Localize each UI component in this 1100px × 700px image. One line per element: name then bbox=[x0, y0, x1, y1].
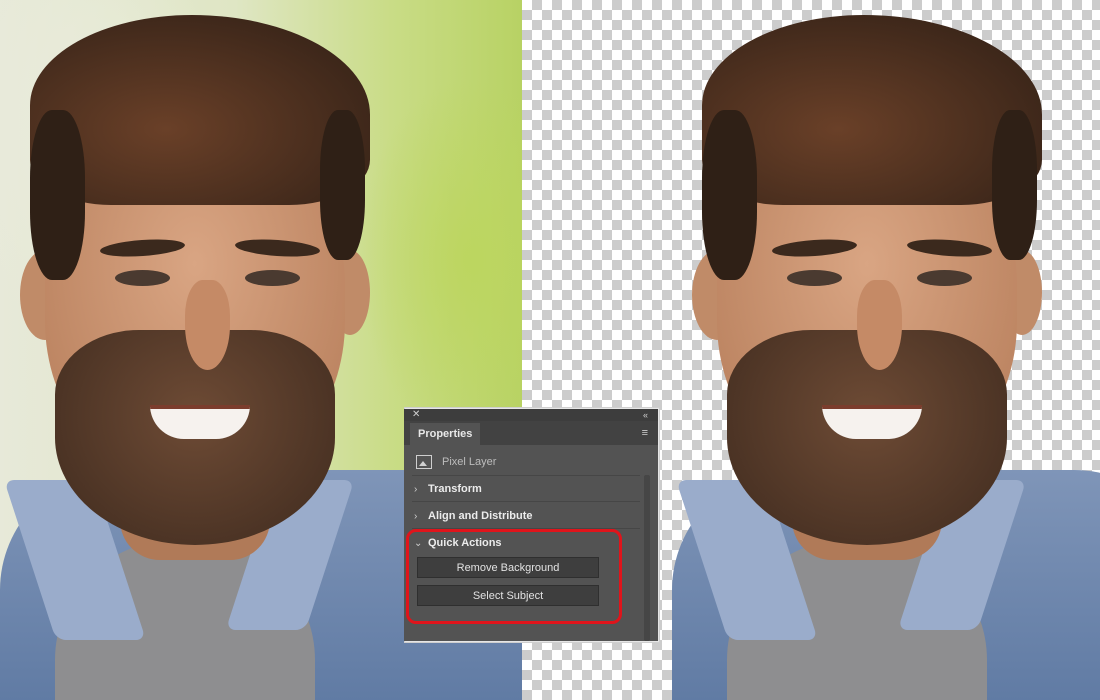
panel-scrollbar[interactable] bbox=[644, 475, 650, 641]
select-subject-button[interactable]: Select Subject bbox=[417, 585, 599, 606]
image-thumbnail-icon bbox=[416, 455, 432, 469]
properties-panel: ✕ « Properties ≡ Pixel Layer › Transform… bbox=[404, 409, 658, 641]
chevron-right-icon: › bbox=[414, 483, 418, 495]
remove-background-button[interactable]: Remove Background bbox=[417, 557, 599, 578]
layer-type-row: Pixel Layer bbox=[416, 451, 636, 473]
divider bbox=[412, 528, 640, 529]
tab-properties[interactable]: Properties bbox=[410, 423, 481, 445]
panel-tabbar: Properties ≡ bbox=[404, 421, 658, 445]
divider bbox=[412, 475, 640, 476]
chevron-right-icon: › bbox=[414, 510, 418, 522]
section-label: Quick Actions bbox=[428, 537, 502, 549]
section-quick-actions[interactable]: ⌄ Quick Actions bbox=[414, 533, 640, 553]
chevron-down-icon: ⌄ bbox=[414, 537, 423, 549]
panel-titlebar: ✕ « bbox=[404, 409, 658, 421]
hamburger-menu-icon[interactable]: ≡ bbox=[642, 427, 648, 439]
close-icon[interactable]: ✕ bbox=[412, 409, 420, 421]
section-transform[interactable]: › Transform bbox=[414, 479, 640, 499]
section-align-distribute[interactable]: › Align and Distribute bbox=[414, 506, 640, 526]
portrait-cutout bbox=[672, 0, 1100, 700]
layer-type-label: Pixel Layer bbox=[442, 456, 497, 468]
divider bbox=[412, 501, 640, 502]
section-label: Align and Distribute bbox=[428, 510, 533, 522]
section-label: Transform bbox=[428, 483, 482, 495]
double-chevron-icon[interactable]: « bbox=[643, 409, 648, 421]
